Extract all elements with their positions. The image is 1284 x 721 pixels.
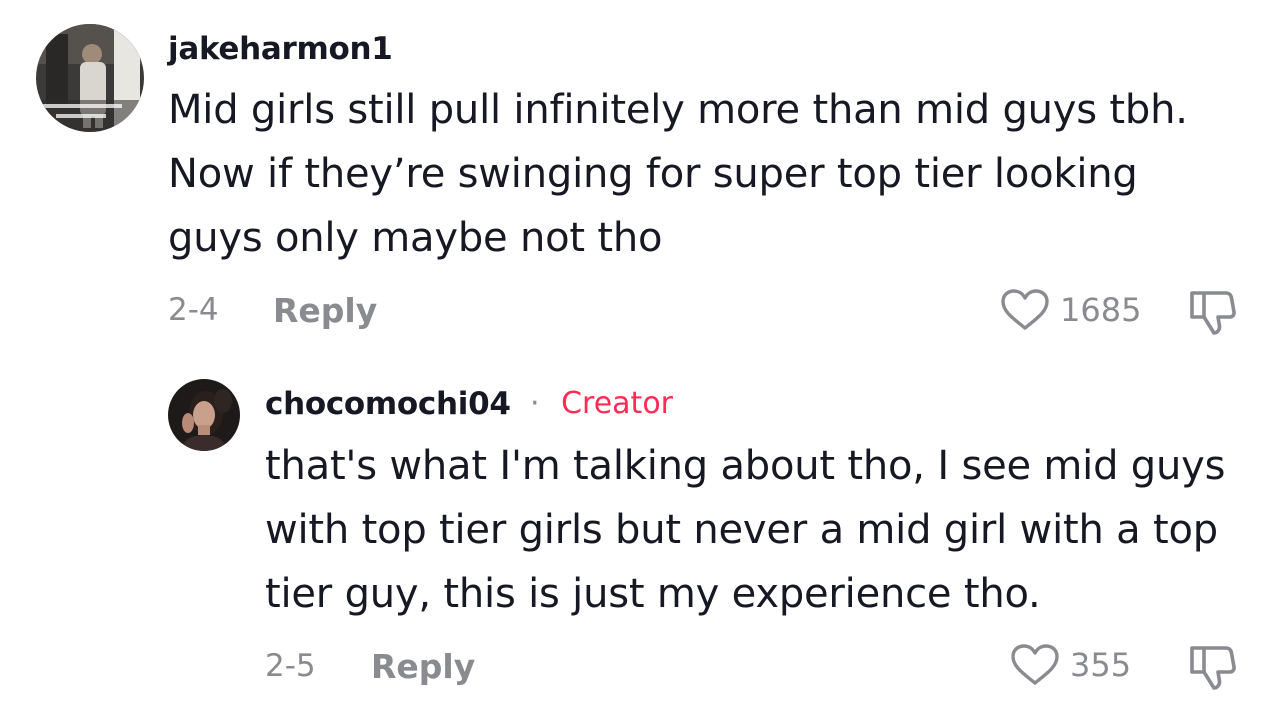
reply-body: that's what I'm talking about tho, I see… (265, 434, 1225, 626)
reply-text-line: tier guy, this is just my experience tho… (265, 571, 1041, 617)
comment-text-line: guys only maybe not tho (168, 215, 663, 261)
like-button[interactable]: 1685 (1000, 288, 1141, 332)
separator-dot: · (530, 386, 540, 421)
like-count: 1685 (1060, 291, 1142, 329)
creator-badge: · Creator (530, 386, 673, 421)
comment-text-line: Now if they’re swinging for super top ti… (168, 151, 1138, 197)
reply-date: 2-5 (265, 648, 316, 684)
reply-button[interactable]: Reply (371, 647, 475, 686)
reply-avatar[interactable] (168, 379, 240, 451)
like-count: 355 (1070, 646, 1132, 684)
reply-text-line: that's what I'm talking about tho, I see… (265, 443, 1226, 489)
comment-username[interactable]: jakeharmon1 (168, 31, 393, 67)
comment-date: 2-4 (168, 292, 219, 328)
comments-panel: jakeharmon1 Mid girls still pull infinit… (0, 0, 1284, 721)
thumbs-down-outline-icon[interactable] (1186, 288, 1238, 336)
heart-outline-icon (1000, 288, 1050, 332)
reply-text-line: with top tier girls but never a mid girl… (265, 507, 1218, 553)
like-button[interactable]: 355 (1010, 643, 1131, 687)
creator-label: Creator (561, 386, 674, 421)
comment-text-line: Mid girls still pull infinitely more tha… (168, 87, 1188, 133)
profile-photo-avatar-icon (36, 24, 144, 132)
commenter-avatar[interactable] (36, 24, 144, 132)
thumbs-down-outline-icon[interactable] (1186, 643, 1238, 691)
reply-username[interactable]: chocomochi04 (265, 386, 511, 422)
comment-body: Mid girls still pull infinitely more tha… (168, 78, 1188, 270)
reply-button[interactable]: Reply (273, 291, 377, 330)
heart-outline-icon (1010, 643, 1060, 687)
profile-photo-avatar-icon (168, 379, 240, 451)
